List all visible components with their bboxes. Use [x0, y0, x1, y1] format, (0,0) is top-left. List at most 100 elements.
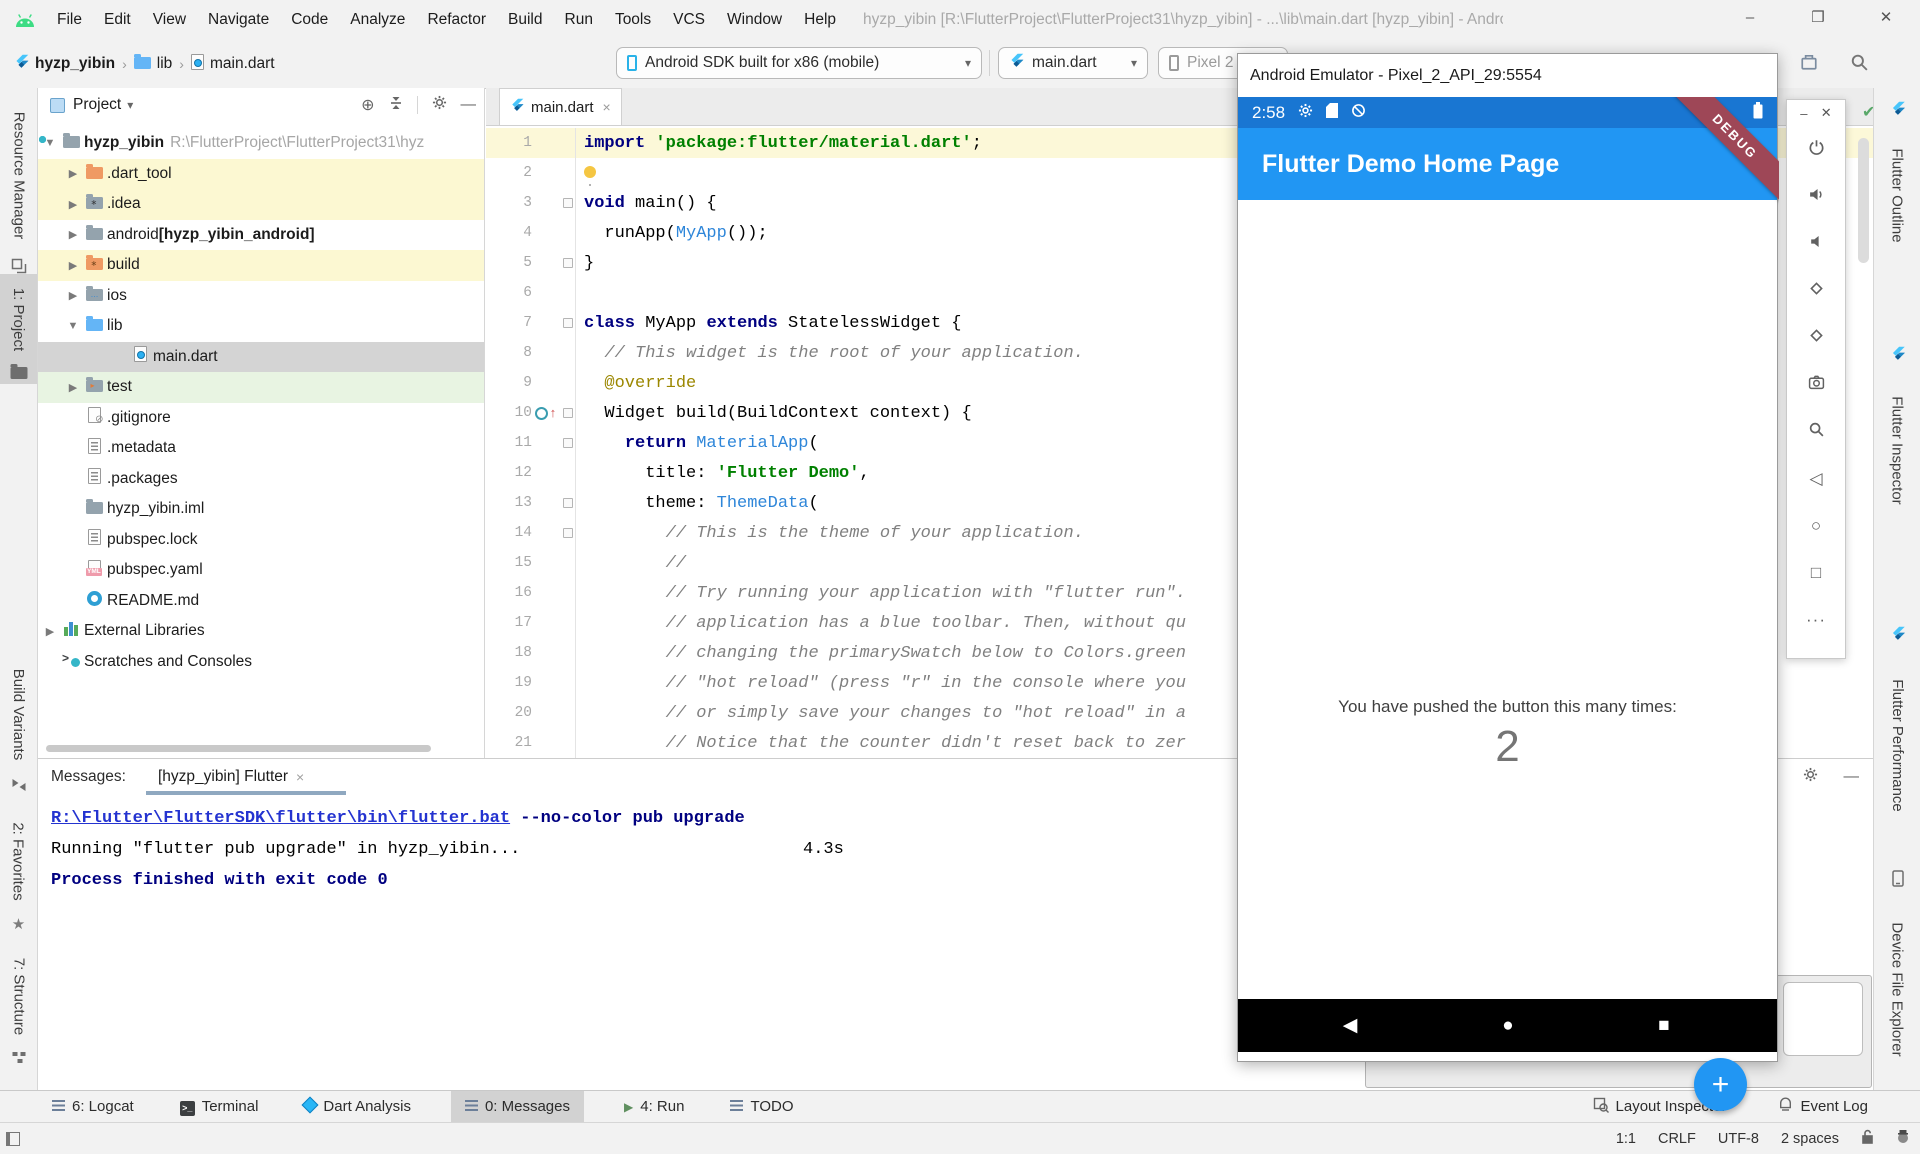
caret-position[interactable]: 1:1: [1616, 1131, 1636, 1147]
maximize-button[interactable]: ❒: [1784, 0, 1852, 40]
menu-code[interactable]: Code: [280, 0, 339, 40]
menu-navigate[interactable]: Navigate: [197, 0, 280, 40]
editor-scrollbar[interactable]: [1858, 138, 1869, 263]
tree-row-.dart_tool[interactable]: ▶.dart_tool: [38, 159, 484, 190]
messages-tab[interactable]: [hyzp_yibin] Flutter ×: [158, 768, 304, 786]
emu-screenshot-button[interactable]: [1787, 361, 1845, 408]
toolwindow-button-6-logcat[interactable]: 6: Logcat: [46, 1091, 140, 1123]
emu-home-button[interactable]: ○: [1787, 502, 1845, 549]
tree-row-ios[interactable]: ▶…ios: [38, 281, 484, 312]
fold-marker[interactable]: [560, 428, 576, 458]
strip-tab-7-structure[interactable]: 7: Structure: [0, 950, 37, 1042]
minimize-button[interactable]: –: [1716, 0, 1784, 40]
toolbar-misc-icon[interactable]: [1800, 53, 1818, 76]
fold-marker[interactable]: [560, 308, 576, 338]
strip-tab-1-project[interactable]: 1: Project: [0, 282, 37, 356]
breadcrumb-item-main.dart[interactable]: main.dart: [191, 54, 275, 75]
emu-back-button[interactable]: ◁: [1787, 455, 1845, 502]
tree-row-build[interactable]: ▶∗build: [38, 250, 484, 281]
tree-expand-icon[interactable]: ▼: [63, 320, 83, 332]
emu-power-button[interactable]: [1787, 126, 1845, 173]
tree-row-lib[interactable]: ▼lib: [38, 311, 484, 342]
encoding[interactable]: UTF-8: [1718, 1131, 1759, 1147]
close-icon[interactable]: ×: [603, 99, 611, 115]
tree-row-README.md[interactable]: README.md: [38, 586, 484, 617]
toolwindow-button-dart-analysis[interactable]: Dart Analysis: [298, 1091, 417, 1123]
locate-button[interactable]: ⊕: [361, 95, 374, 115]
menu-vcs[interactable]: VCS: [662, 0, 716, 40]
run-config-selector[interactable]: main.dart ▾: [998, 47, 1148, 79]
strip-tab-flutter-performance[interactable]: Flutter Performance: [1874, 650, 1920, 840]
hide-panel-icon[interactable]: —: [1844, 768, 1860, 786]
collapse-all-button[interactable]: [389, 96, 403, 115]
tree-expand-icon[interactable]: ▶: [40, 625, 60, 638]
tree-expand-icon[interactable]: ▶: [63, 289, 83, 302]
strip-tab-flutter-outline[interactable]: Flutter Outline: [1874, 125, 1920, 265]
emu-rotate-left-button[interactable]: [1787, 267, 1845, 314]
toolwindow-button-event-log[interactable]: Event Log: [1772, 1091, 1874, 1123]
gear-icon[interactable]: [1803, 767, 1818, 787]
override-marker[interactable]: ↑: [532, 406, 560, 421]
fold-marker[interactable]: [560, 488, 576, 518]
nav-overview-icon[interactable]: ■: [1658, 1015, 1669, 1037]
emulator-title[interactable]: Android Emulator - Pixel_2_API_29:5554: [1238, 54, 1777, 97]
menu-analyze[interactable]: Analyze: [339, 0, 416, 40]
strip-tab-build-variants[interactable]: Build Variants: [0, 658, 37, 770]
tree-expand-icon[interactable]: ▶: [63, 198, 83, 211]
emu-rotate-right-button[interactable]: [1787, 314, 1845, 361]
console-link[interactable]: R:\Flutter\FlutterSDK\flutter\bin\flutte…: [51, 809, 510, 828]
emu-volume-up-button[interactable]: [1787, 173, 1845, 220]
emu-more-button[interactable]: ···: [1787, 596, 1845, 643]
toolwindow-button-4-run[interactable]: ▶4: Run: [618, 1091, 690, 1123]
search-everywhere-icon[interactable]: [1850, 53, 1869, 77]
fold-marker[interactable]: [560, 518, 576, 548]
nav-back-icon[interactable]: ◀: [1343, 1014, 1358, 1037]
breadcrumb-item-hyzp_yibin[interactable]: hyzp_yibin: [14, 54, 115, 74]
fold-marker[interactable]: [560, 248, 576, 278]
close-button[interactable]: ✕: [1852, 0, 1920, 40]
close-icon[interactable]: ×: [296, 769, 304, 785]
tree-row-main.dart[interactable]: main.dart: [38, 342, 484, 373]
tree-row-hyzp_yibin[interactable]: ▼hyzp_yibinR:\FlutterProject\FlutterProj…: [38, 128, 484, 159]
toolwindow-toggle-icon[interactable]: [6, 1132, 20, 1146]
menu-help[interactable]: Help: [793, 0, 847, 40]
fold-marker[interactable]: [560, 398, 576, 428]
tree-row-pubspec.yaml[interactable]: YMLpubspec.yaml: [38, 555, 484, 586]
strip-tab-resource-manager[interactable]: Resource Manager: [0, 100, 37, 250]
tree-row-Scratches and Consoles[interactable]: >Scratches and Consoles: [38, 647, 484, 678]
strip-tab-device-file-explorer[interactable]: Device File Explorer: [1874, 894, 1920, 1084]
tree-row-.metadata[interactable]: .metadata: [38, 433, 484, 464]
indent-setting[interactable]: 2 spaces: [1781, 1131, 1839, 1147]
emu-overview-button[interactable]: □: [1787, 549, 1845, 596]
minimize-icon[interactable]: –: [1800, 106, 1807, 121]
menu-edit[interactable]: Edit: [93, 0, 142, 40]
menu-run[interactable]: Run: [554, 0, 604, 40]
menu-window[interactable]: Window: [716, 0, 793, 40]
settings-button[interactable]: [432, 95, 447, 115]
tree-row-.idea[interactable]: ▶∗.idea: [38, 189, 484, 220]
fab-add-button[interactable]: +: [1694, 1058, 1747, 1111]
fold-marker[interactable]: [560, 188, 576, 218]
toolwindow-button-0-messages[interactable]: 0: Messages: [451, 1091, 584, 1123]
strip-tab-2-favorites[interactable]: 2: Favorites: [0, 815, 37, 907]
tree-row-.gitignore[interactable]: ⊘.gitignore: [38, 403, 484, 434]
tab-main-dart[interactable]: main.dart ×: [499, 88, 622, 125]
tree-row-android[interactable]: ▶android [hyzp_yibin_android]: [38, 220, 484, 251]
toolwindow-button-terminal[interactable]: >_Terminal: [174, 1091, 265, 1123]
tree-expand-icon[interactable]: ▶: [63, 228, 83, 241]
tree-expand-icon[interactable]: ▶: [63, 167, 83, 180]
menu-tools[interactable]: Tools: [604, 0, 662, 40]
horizontal-scrollbar[interactable]: [46, 745, 431, 752]
line-ending[interactable]: CRLF: [1658, 1131, 1696, 1147]
tree-row-External Libraries[interactable]: ▶External Libraries: [38, 616, 484, 647]
project-panel-title[interactable]: Project: [73, 96, 121, 114]
tree-expand-icon[interactable]: ▶: [63, 381, 83, 394]
hide-button[interactable]: —: [461, 96, 477, 114]
tree-row-hyzp_yibin.iml[interactable]: hyzp_yibin.iml: [38, 494, 484, 525]
tree-expand-icon[interactable]: ▶: [63, 259, 83, 272]
tree-row-test[interactable]: ▶▸test: [38, 372, 484, 403]
menu-view[interactable]: View: [142, 0, 197, 40]
tree-row-pubspec.lock[interactable]: pubspec.lock: [38, 525, 484, 556]
strip-tab-flutter-inspector[interactable]: Flutter Inspector: [1874, 370, 1920, 530]
nav-home-icon[interactable]: ●: [1502, 1015, 1513, 1037]
